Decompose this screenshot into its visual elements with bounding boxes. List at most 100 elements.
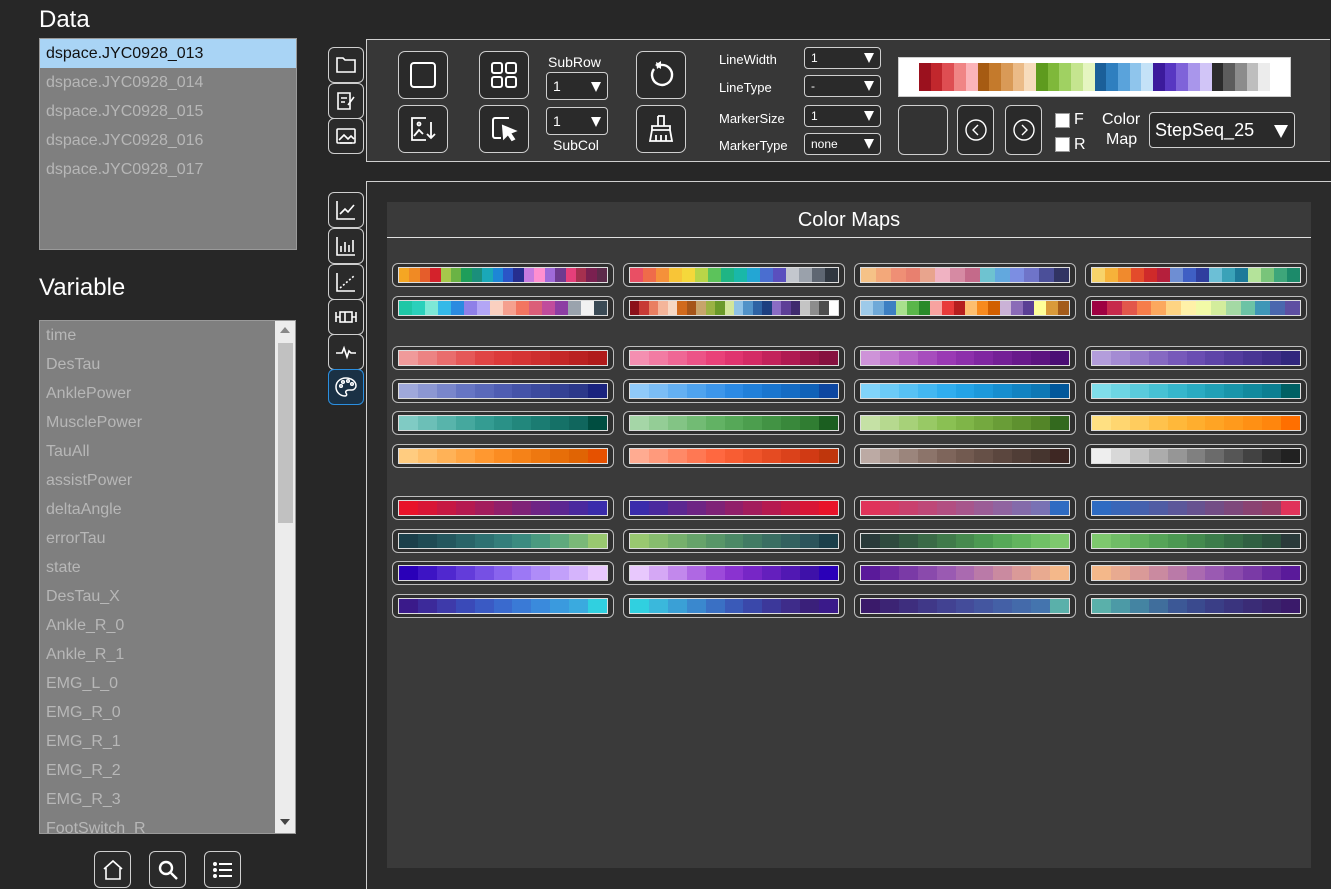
variable-list-item[interactable]: EMG_R_0 bbox=[40, 698, 275, 727]
colormap-option[interactable] bbox=[392, 528, 614, 553]
colormap-option[interactable] bbox=[854, 561, 1076, 585]
colormap-option[interactable] bbox=[392, 346, 614, 370]
scroll-down-arrow[interactable] bbox=[280, 819, 290, 825]
variable-list[interactable]: time DesTau AnklePower MusclePower TauAll ass… bbox=[39, 320, 296, 834]
colormap-option[interactable] bbox=[623, 443, 845, 468]
colormap-option[interactable] bbox=[1085, 346, 1307, 370]
select-cursor-button[interactable] bbox=[479, 105, 529, 153]
colormap-option[interactable] bbox=[623, 378, 845, 403]
data-list[interactable]: dspace.JYC0928_013 dspace.JYC0928_014 dspa… bbox=[39, 38, 297, 250]
colormap-option[interactable] bbox=[854, 443, 1076, 468]
colormap-option[interactable] bbox=[623, 411, 845, 435]
colormap-option[interactable] bbox=[623, 346, 845, 370]
variable-list-item[interactable]: state bbox=[40, 553, 275, 582]
list-button[interactable] bbox=[204, 851, 241, 888]
data-list-item[interactable]: dspace.JYC0928_013 bbox=[40, 39, 296, 68]
boxplot-button[interactable] bbox=[328, 299, 364, 335]
variable-list-item[interactable]: time bbox=[40, 321, 275, 350]
colormap-option[interactable] bbox=[854, 263, 1076, 287]
colormap-option[interactable] bbox=[1085, 263, 1307, 287]
colormap-option[interactable] bbox=[854, 378, 1076, 403]
variable-list-item[interactable]: DesTau bbox=[40, 350, 275, 379]
open-folder-button[interactable] bbox=[328, 47, 364, 83]
variable-list-item[interactable]: TauAll bbox=[40, 437, 275, 466]
colormap-option[interactable] bbox=[854, 346, 1076, 370]
colormap-option[interactable] bbox=[1085, 378, 1307, 403]
markersize-dropdown[interactable]: 1 bbox=[804, 105, 881, 127]
color-swatch-button[interactable] bbox=[898, 105, 948, 155]
reset-button[interactable] bbox=[636, 51, 686, 99]
data-list-item[interactable]: dspace.JYC0928_014 bbox=[40, 68, 296, 97]
data-list-item[interactable]: dspace.JYC0928_015 bbox=[40, 97, 296, 126]
variable-list-item[interactable]: Ankle_R_0 bbox=[40, 611, 275, 640]
variable-list-item[interactable]: deltaAngle bbox=[40, 495, 275, 524]
colormap-option[interactable] bbox=[1085, 528, 1307, 553]
palette-button[interactable] bbox=[328, 369, 364, 405]
colormap-option[interactable] bbox=[1085, 561, 1307, 585]
colormap-option[interactable] bbox=[392, 593, 614, 618]
line-chart-button[interactable] bbox=[328, 192, 364, 228]
variable-list-item[interactable]: MusclePower bbox=[40, 408, 275, 437]
variable-list-item[interactable]: EMG_R_1 bbox=[40, 727, 275, 756]
subcol-dropdown[interactable]: 1 bbox=[546, 107, 608, 135]
colormap-option[interactable] bbox=[623, 295, 845, 320]
colormap-option[interactable] bbox=[854, 295, 1076, 320]
colormap-swatch bbox=[898, 383, 918, 398]
linetype-dropdown[interactable]: - bbox=[804, 75, 881, 97]
colormap-option[interactable] bbox=[854, 411, 1076, 435]
colormap-option[interactable] bbox=[623, 263, 845, 287]
markertype-dropdown[interactable]: none bbox=[804, 133, 881, 155]
variable-list-item[interactable]: Ankle_R_1 bbox=[40, 640, 275, 669]
variable-list-item[interactable]: DesTau_X bbox=[40, 582, 275, 611]
colormap-option[interactable] bbox=[392, 561, 614, 585]
scroll-up-arrow[interactable] bbox=[280, 327, 290, 333]
scatter-chart-button[interactable] bbox=[328, 264, 364, 300]
variable-list-item[interactable]: AnklePower bbox=[40, 379, 275, 408]
variable-list-item[interactable]: EMG_L_0 bbox=[40, 669, 275, 698]
bar-chart-button[interactable] bbox=[328, 228, 364, 264]
reverse-checkbox[interactable] bbox=[1055, 137, 1070, 152]
flip-checkbox[interactable] bbox=[1055, 113, 1070, 128]
colormap-option[interactable] bbox=[623, 561, 845, 585]
colormap-option[interactable] bbox=[623, 496, 845, 520]
single-plot-button[interactable] bbox=[398, 51, 448, 99]
clear-button[interactable] bbox=[636, 105, 686, 153]
colormap-option[interactable] bbox=[854, 496, 1076, 520]
colormap-option[interactable] bbox=[392, 378, 614, 403]
home-button[interactable] bbox=[94, 851, 131, 888]
colormap-option[interactable] bbox=[1085, 411, 1307, 435]
search-button[interactable] bbox=[149, 851, 186, 888]
colormap-option[interactable] bbox=[392, 295, 614, 320]
colormap-option[interactable] bbox=[623, 528, 845, 553]
variable-list-item[interactable]: errorTau bbox=[40, 524, 275, 553]
variable-scrollbar[interactable] bbox=[275, 321, 295, 833]
scroll-thumb[interactable] bbox=[278, 343, 293, 523]
data-list-item[interactable]: dspace.JYC0928_016 bbox=[40, 126, 296, 155]
next-colormap-button[interactable] bbox=[1005, 105, 1042, 155]
colormap-option[interactable] bbox=[392, 263, 614, 287]
prev-colormap-button[interactable] bbox=[957, 105, 994, 155]
linewidth-dropdown[interactable]: 1 bbox=[804, 47, 881, 69]
colormap-option[interactable] bbox=[392, 443, 614, 468]
signal-button[interactable] bbox=[328, 334, 364, 370]
edit-button[interactable] bbox=[328, 83, 364, 119]
colormap-option[interactable] bbox=[1085, 295, 1307, 320]
variable-list-item[interactable]: FootSwitch_R bbox=[40, 814, 275, 833]
colormap-option[interactable] bbox=[1085, 496, 1307, 520]
colormap-option[interactable] bbox=[1085, 593, 1307, 618]
image-button[interactable] bbox=[328, 118, 364, 154]
variable-list-item[interactable]: EMG_R_3 bbox=[40, 785, 275, 814]
variable-list-item[interactable]: EMG_R_2 bbox=[40, 756, 275, 785]
colormap-option[interactable] bbox=[623, 593, 845, 618]
colormap-option[interactable] bbox=[854, 593, 1076, 618]
colormap-dropdown[interactable]: StepSeq_25 bbox=[1149, 112, 1295, 148]
grid-layout-button[interactable] bbox=[479, 51, 529, 99]
colormap-option[interactable] bbox=[1085, 443, 1307, 468]
subrow-dropdown[interactable]: 1 bbox=[546, 72, 608, 100]
data-list-item[interactable]: dspace.JYC0928_017 bbox=[40, 155, 296, 184]
colormap-option[interactable] bbox=[392, 411, 614, 435]
variable-list-item[interactable]: assistPower bbox=[40, 466, 275, 495]
colormap-option[interactable] bbox=[392, 496, 614, 520]
export-image-button[interactable] bbox=[398, 105, 448, 153]
colormap-option[interactable] bbox=[854, 528, 1076, 553]
